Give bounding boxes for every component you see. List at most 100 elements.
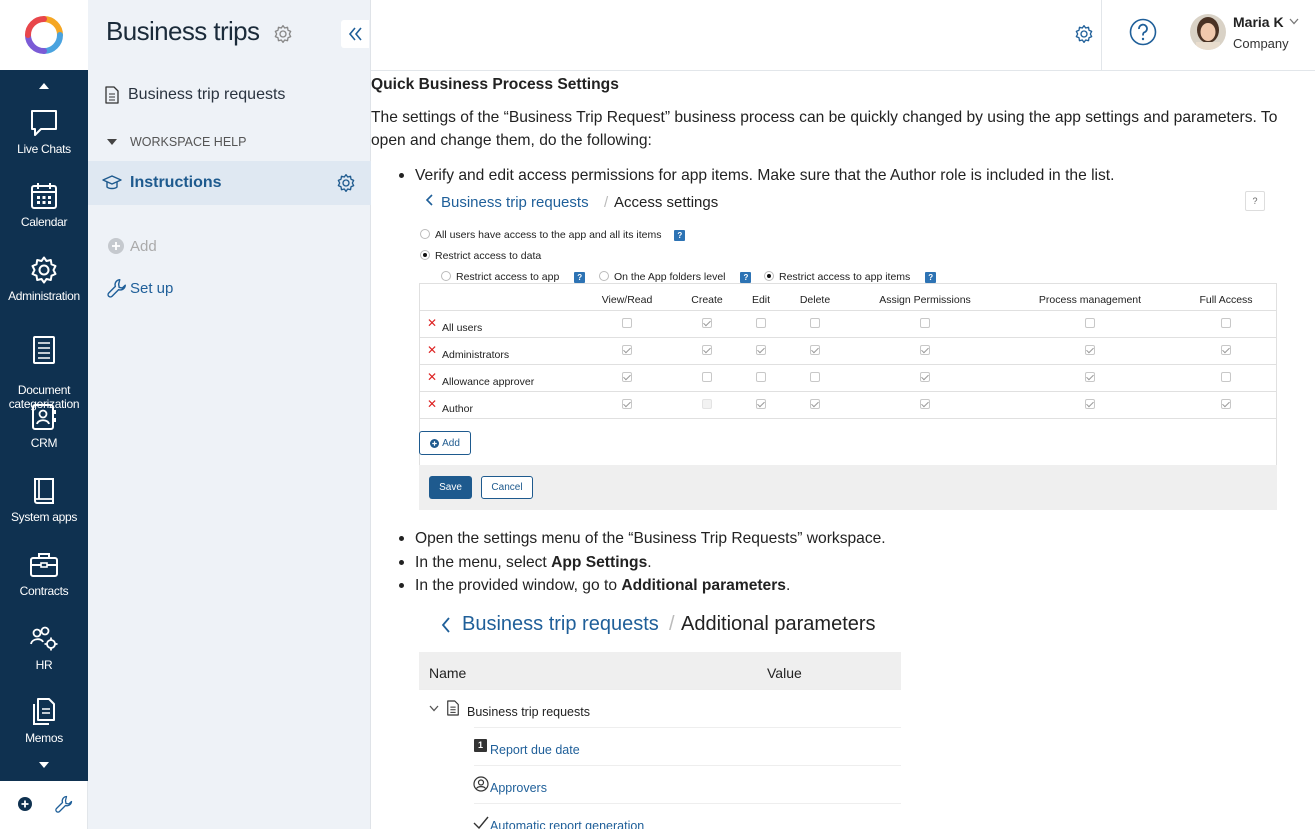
param-label[interactable]: Approvers	[490, 777, 547, 800]
rail-item-administration[interactable]: Administration	[0, 255, 88, 303]
rail-scroll-up-icon[interactable]	[38, 82, 50, 90]
rail-item-crm[interactable]: CRM	[0, 402, 88, 450]
permission-checkbox[interactable]	[1085, 345, 1095, 355]
collapse-panel-button[interactable]	[341, 20, 369, 48]
permission-checkbox[interactable]	[1221, 399, 1231, 409]
rail-label: CRM	[30, 436, 58, 450]
list-item: In the provided window, go to Additional…	[399, 574, 1315, 597]
rail-item-calendar[interactable]: Calendar	[0, 181, 88, 229]
permission-checkbox[interactable]	[810, 345, 820, 355]
add-role-button[interactable]: Add	[419, 431, 471, 455]
permission-checkbox[interactable]	[622, 372, 632, 382]
permission-checkbox[interactable]	[1085, 318, 1095, 328]
rail-label: System apps	[10, 510, 78, 524]
remove-role-icon[interactable]: ✕	[427, 371, 437, 383]
param-row-report-due-date[interactable]: 1 Report due date	[474, 727, 901, 765]
rail-item-system-apps[interactable]: System apps	[0, 476, 88, 524]
rail-label: Contracts	[19, 584, 69, 598]
permission-checkbox[interactable]	[810, 318, 820, 328]
chevron-down-icon[interactable]	[429, 705, 439, 712]
permission-checkbox[interactable]	[1221, 318, 1231, 328]
permission-checkbox[interactable]	[920, 345, 930, 355]
rail-item-memos[interactable]: Memos	[0, 697, 88, 745]
plus-circle-icon	[430, 438, 440, 448]
params-group-row[interactable]: Business trip requests	[419, 689, 901, 727]
add-app-icon[interactable]	[17, 796, 33, 812]
permission-checkbox[interactable]	[920, 372, 930, 382]
article-heading: Quick Business Process Settings	[371, 76, 619, 93]
breadcrumb-current: Additional parameters	[681, 613, 876, 635]
workspace-settings-gear-icon[interactable]	[273, 24, 293, 44]
nav-item-label: Business trip requests	[128, 86, 286, 103]
double-chevron-left-icon	[348, 27, 362, 41]
table-row-divider	[419, 337, 1277, 338]
add-label: Add	[442, 437, 460, 449]
permission-checkbox[interactable]	[1221, 345, 1231, 355]
breadcrumb-link[interactable]: Business trip requests	[462, 613, 659, 636]
wrench-icon[interactable]	[54, 794, 74, 814]
column-header: Create	[691, 294, 723, 306]
text: In the menu, select	[415, 554, 552, 571]
user-name[interactable]: Maria K	[1233, 14, 1284, 30]
instructions-settings-gear-icon[interactable]	[336, 173, 356, 193]
permission-checkbox[interactable]	[920, 318, 930, 328]
permission-checkbox[interactable]	[702, 345, 712, 355]
memos-icon	[33, 698, 55, 725]
permission-checkbox[interactable]	[920, 399, 930, 409]
param-row-automatic-report[interactable]: Automatic report generation	[473, 803, 901, 829]
permission-checkbox[interactable]	[702, 372, 712, 382]
briefcase-icon	[30, 553, 58, 577]
settings-gear-icon[interactable]	[1074, 24, 1094, 44]
permission-checkbox[interactable]	[622, 345, 632, 355]
add-page-button[interactable]: Add	[88, 236, 371, 256]
company-logo[interactable]	[0, 0, 88, 70]
graduation-cap-icon	[102, 175, 122, 190]
permission-checkbox[interactable]	[756, 372, 766, 382]
save-button[interactable]: Save	[429, 476, 472, 499]
setup-button[interactable]: Set up	[88, 276, 371, 300]
rail-scroll-down-icon[interactable]	[38, 761, 50, 769]
rail-item-hr[interactable]: HR	[0, 624, 88, 672]
plus-circle-icon	[108, 238, 124, 254]
crm-icon	[32, 404, 56, 430]
permission-checkbox[interactable]	[810, 399, 820, 409]
remove-role-icon[interactable]: ✕	[427, 398, 437, 410]
permission-checkbox[interactable]	[1221, 372, 1231, 382]
param-label[interactable]: Report due date	[490, 739, 580, 762]
section-workspace-help[interactable]: WORKSPACE HELP	[88, 132, 371, 152]
param-row-approvers[interactable]: Approvers	[473, 765, 901, 803]
text: In the provided window, go to	[415, 577, 622, 594]
permission-checkbox[interactable]	[810, 372, 820, 382]
permission-checkbox[interactable]	[622, 318, 632, 328]
user-company: Company	[1233, 36, 1289, 51]
chevron-down-icon[interactable]	[1289, 18, 1299, 25]
permission-checkbox	[702, 399, 712, 409]
table-border	[419, 418, 1277, 419]
remove-role-icon[interactable]: ✕	[427, 344, 437, 356]
rail-item-live-chats[interactable]: Live Chats	[0, 108, 88, 156]
rail-item-document-categorization[interactable]: Document categorization	[0, 321, 88, 411]
list-item: In the menu, select App Settings.	[399, 551, 1315, 574]
rail-label: HR	[35, 658, 53, 672]
permission-checkbox[interactable]	[1085, 372, 1095, 382]
checkmark-icon	[473, 816, 489, 829]
rail-label: Live Chats	[17, 142, 71, 156]
nav-item-business-trip-requests[interactable]: Business trip requests	[88, 83, 371, 107]
permission-checkbox[interactable]	[622, 399, 632, 409]
nav-item-instructions[interactable]: Instructions	[88, 161, 371, 205]
avatar[interactable]	[1190, 14, 1226, 50]
param-label[interactable]: Automatic report generation	[490, 815, 644, 829]
permission-checkbox[interactable]	[756, 318, 766, 328]
cancel-button[interactable]: Cancel	[481, 476, 533, 499]
permission-checkbox[interactable]	[756, 345, 766, 355]
permission-checkbox[interactable]	[1085, 399, 1095, 409]
help-icon[interactable]	[1129, 18, 1157, 46]
permission-checkbox[interactable]	[756, 399, 766, 409]
remove-role-icon[interactable]: ✕	[427, 317, 437, 329]
column-header: Delete	[799, 294, 831, 306]
rail-item-contracts[interactable]: Contracts	[0, 550, 88, 598]
wrench-icon	[107, 279, 126, 298]
form-footer: Save Cancel	[419, 465, 1277, 510]
column-header: Name	[429, 665, 467, 681]
permission-checkbox[interactable]	[702, 318, 712, 328]
